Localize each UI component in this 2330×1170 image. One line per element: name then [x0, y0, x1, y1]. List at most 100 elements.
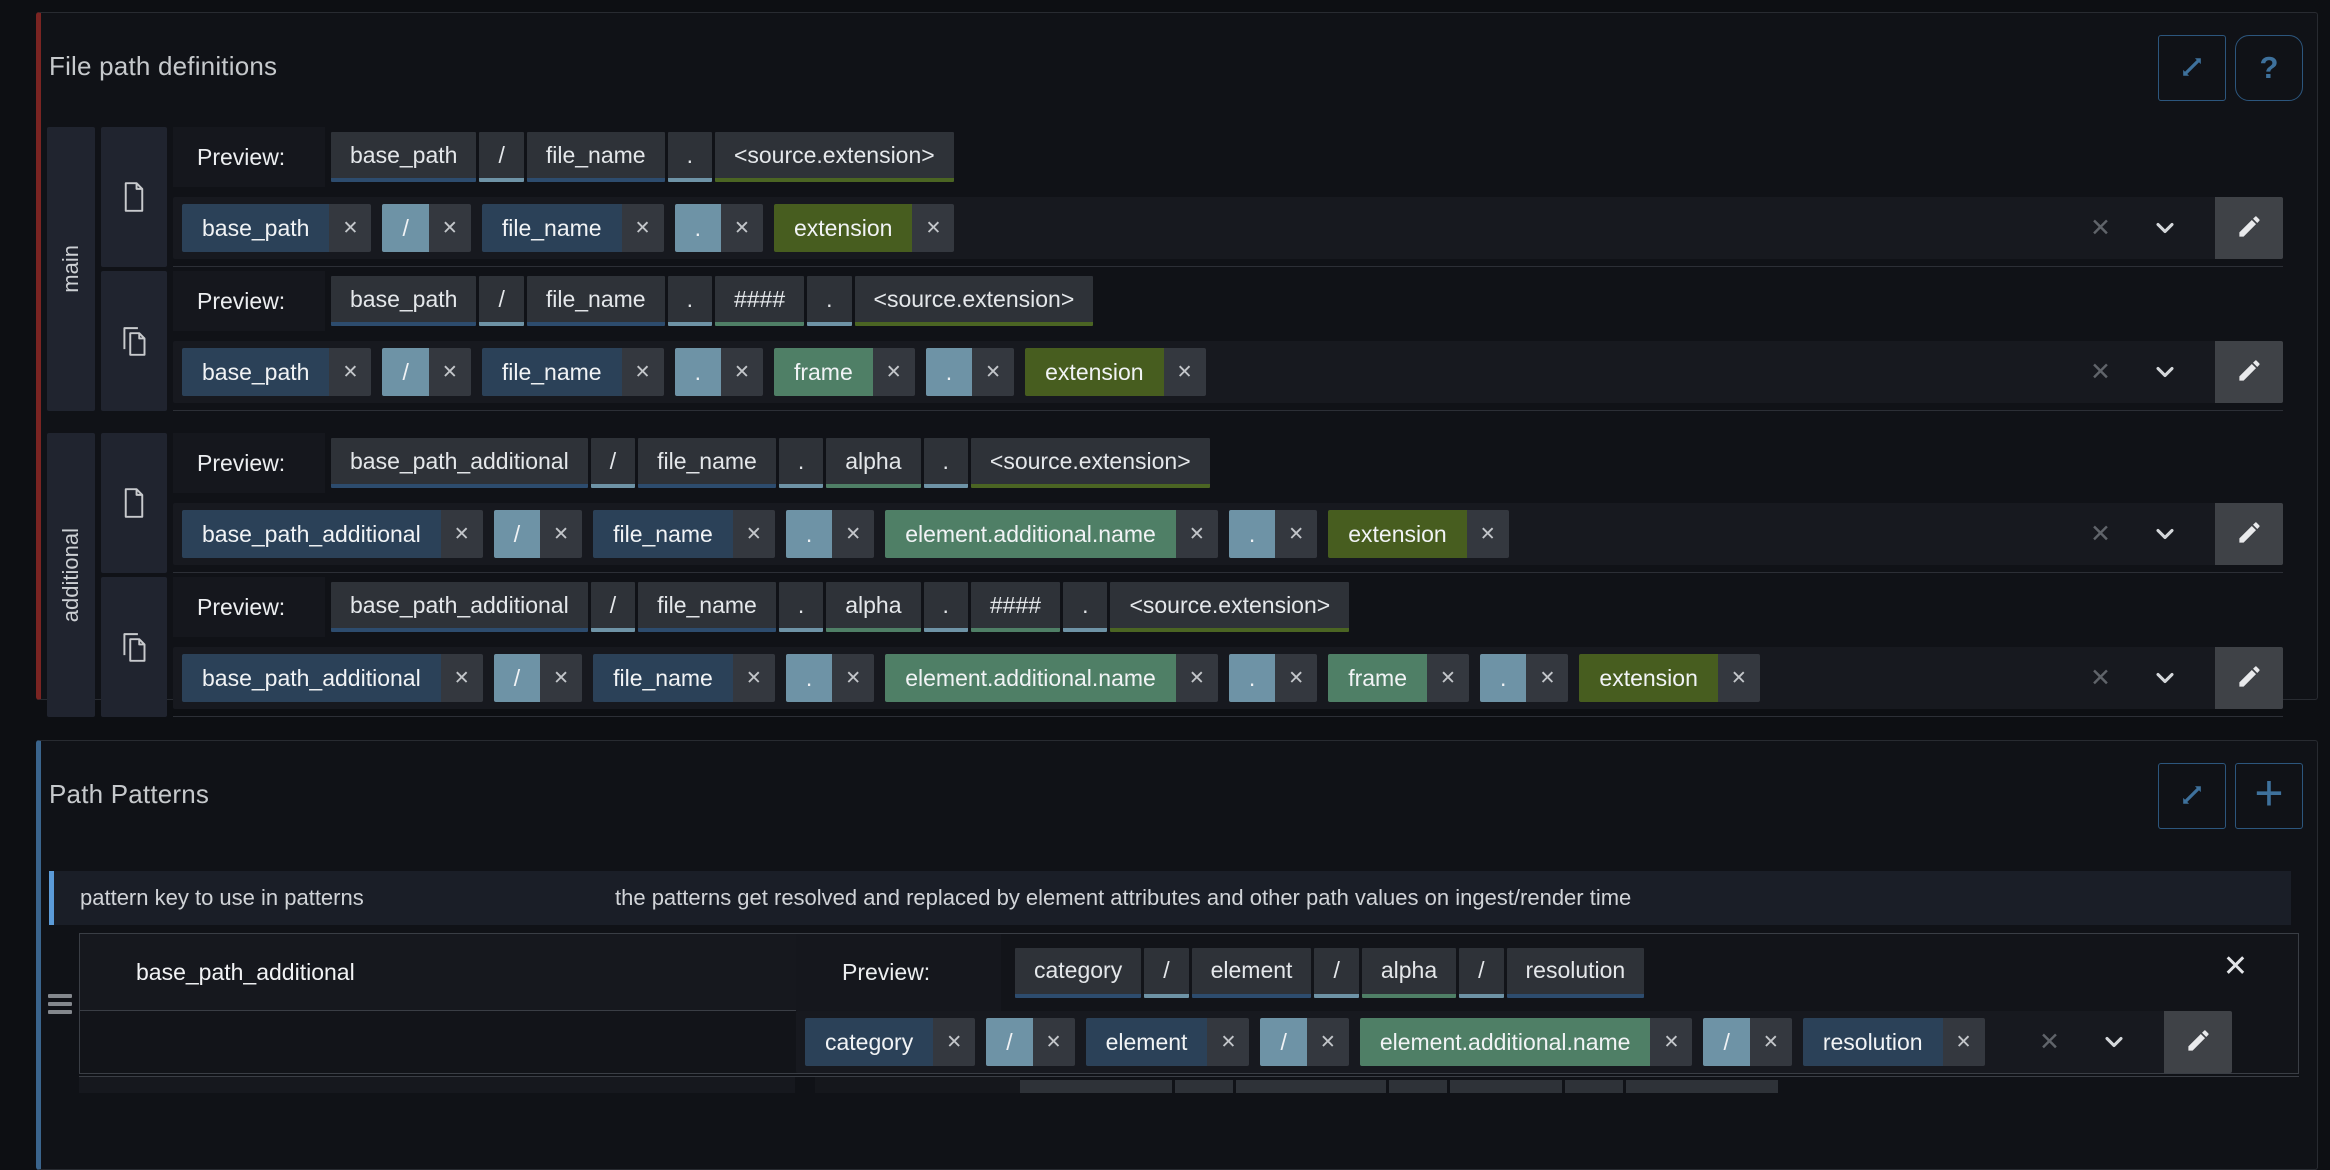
preview-chip-text: ####	[734, 286, 785, 313]
edit-button[interactable]	[2215, 341, 2283, 403]
token-chip[interactable]: file_name✕	[482, 348, 664, 396]
token-chip[interactable]: extension✕	[1025, 348, 1205, 396]
token-chip[interactable]: .✕	[1229, 510, 1317, 558]
edit-button[interactable]	[2215, 503, 2283, 565]
clear-all-icon[interactable]: ✕	[2090, 197, 2111, 259]
token-chip[interactable]: /✕	[382, 348, 470, 396]
edit-button[interactable]	[2164, 1011, 2232, 1073]
token-chip[interactable]: element✕	[1086, 1018, 1250, 1066]
edit-button[interactable]	[2215, 647, 2283, 709]
token-bar: base_path_additional✕/✕file_name✕.✕eleme…	[173, 503, 2283, 565]
token-chip[interactable]: element.additional.name✕	[885, 510, 1218, 558]
remove-token-icon[interactable]: ✕	[1650, 1018, 1692, 1066]
remove-token-icon[interactable]: ✕	[873, 348, 915, 396]
expand-panel-button[interactable]	[2158, 763, 2226, 829]
remove-token-icon[interactable]: ✕	[329, 348, 371, 396]
remove-token-icon[interactable]: ✕	[441, 654, 483, 702]
remove-token-icon[interactable]: ✕	[1275, 510, 1317, 558]
chevron-down-icon[interactable]	[2151, 647, 2179, 709]
remove-token-icon[interactable]: ✕	[912, 204, 954, 252]
token-chip[interactable]: .✕	[926, 348, 1014, 396]
remove-token-icon[interactable]: ✕	[1750, 1018, 1792, 1066]
token-chip[interactable]: file_name✕	[593, 510, 775, 558]
remove-token-icon[interactable]: ✕	[721, 204, 763, 252]
token-chip[interactable]: extension✕	[1579, 654, 1759, 702]
token-chip[interactable]: file_name✕	[593, 654, 775, 702]
token-chip[interactable]: .✕	[1229, 654, 1317, 702]
token-chip[interactable]: /✕	[494, 654, 582, 702]
remove-token-icon[interactable]: ✕	[429, 348, 471, 396]
token-chip[interactable]: frame✕	[1328, 654, 1469, 702]
token-chip[interactable]: resolution✕	[1803, 1018, 1985, 1066]
remove-token-icon[interactable]: ✕	[933, 1018, 975, 1066]
clear-all-icon[interactable]: ✕	[2039, 1011, 2060, 1073]
chevron-down-icon[interactable]	[2100, 1011, 2128, 1073]
remove-token-icon[interactable]: ✕	[429, 204, 471, 252]
drag-handle[interactable]	[41, 933, 79, 1074]
expand-panel-button[interactable]	[2158, 35, 2226, 101]
next-row-chip-top	[1389, 1080, 1447, 1093]
token-chip[interactable]: /✕	[986, 1018, 1074, 1066]
remove-token-icon[interactable]: ✕	[622, 204, 664, 252]
pencil-icon	[2236, 213, 2263, 243]
chevron-down-icon[interactable]	[2151, 503, 2179, 565]
token-chip[interactable]: /✕	[382, 204, 470, 252]
token-chip[interactable]: .✕	[786, 654, 874, 702]
token-chip[interactable]: base_path✕	[182, 348, 371, 396]
add-pattern-button[interactable]: +	[2235, 763, 2303, 829]
remove-token-icon[interactable]: ✕	[733, 510, 775, 558]
delete-pattern-row-icon[interactable]: ✕	[2223, 952, 2248, 982]
token-chip[interactable]: /✕	[1260, 1018, 1348, 1066]
token-chip[interactable]: file_name✕	[482, 204, 664, 252]
remove-token-icon[interactable]: ✕	[1033, 1018, 1075, 1066]
chevron-down-icon[interactable]	[2151, 341, 2179, 403]
remove-token-icon[interactable]: ✕	[1427, 654, 1469, 702]
remove-token-icon[interactable]: ✕	[832, 510, 874, 558]
remove-token-icon[interactable]: ✕	[1526, 654, 1568, 702]
token-chip[interactable]: /✕	[494, 510, 582, 558]
token-chip[interactable]: element.additional.name✕	[885, 654, 1218, 702]
token-chip[interactable]: /✕	[1703, 1018, 1791, 1066]
pattern-key-field[interactable]: base_path_additional	[80, 934, 796, 1011]
remove-token-icon[interactable]: ✕	[622, 348, 664, 396]
remove-token-icon[interactable]: ✕	[1207, 1018, 1249, 1066]
remove-token-icon[interactable]: ✕	[540, 654, 582, 702]
help-button[interactable]: ?	[2235, 35, 2303, 101]
remove-token-icon[interactable]: ✕	[1307, 1018, 1349, 1066]
preview-line: Preview:base_path/file_name.<source.exte…	[173, 127, 2283, 187]
remove-token-icon[interactable]: ✕	[1176, 510, 1218, 558]
token-chip[interactable]: base_path_additional✕	[182, 510, 483, 558]
remove-token-icon[interactable]: ✕	[1467, 510, 1509, 558]
token-chip[interactable]: frame✕	[774, 348, 915, 396]
remove-token-icon[interactable]: ✕	[1176, 654, 1218, 702]
remove-token-icon[interactable]: ✕	[441, 510, 483, 558]
remove-token-icon[interactable]: ✕	[540, 510, 582, 558]
remove-token-icon[interactable]: ✕	[1275, 654, 1317, 702]
token-chip[interactable]: extension✕	[1328, 510, 1508, 558]
chevron-down-icon[interactable]	[2151, 197, 2179, 259]
token-chip[interactable]: .✕	[1480, 654, 1568, 702]
remove-token-icon[interactable]: ✕	[972, 348, 1014, 396]
path-patterns-panel: Path Patterns + pattern key to use in pa…	[36, 740, 2318, 1170]
preview-chip-text: <source.extension>	[990, 448, 1191, 475]
clear-all-icon[interactable]: ✕	[2090, 503, 2111, 565]
token-chip[interactable]: category✕	[805, 1018, 975, 1066]
remove-token-icon[interactable]: ✕	[329, 204, 371, 252]
remove-token-icon[interactable]: ✕	[721, 348, 763, 396]
token-chip[interactable]: base_path_additional✕	[182, 654, 483, 702]
token-label: frame	[1328, 654, 1427, 702]
token-chip[interactable]: .✕	[786, 510, 874, 558]
clear-all-icon[interactable]: ✕	[2090, 647, 2111, 709]
remove-token-icon[interactable]: ✕	[733, 654, 775, 702]
remove-token-icon[interactable]: ✕	[832, 654, 874, 702]
remove-token-icon[interactable]: ✕	[1943, 1018, 1985, 1066]
remove-token-icon[interactable]: ✕	[1164, 348, 1206, 396]
clear-all-icon[interactable]: ✕	[2090, 341, 2111, 403]
token-chip[interactable]: extension✕	[774, 204, 954, 252]
token-chip[interactable]: base_path✕	[182, 204, 371, 252]
token-chip[interactable]: element.additional.name✕	[1360, 1018, 1693, 1066]
token-chip[interactable]: .✕	[675, 204, 763, 252]
remove-token-icon[interactable]: ✕	[1718, 654, 1760, 702]
edit-button[interactable]	[2215, 197, 2283, 259]
token-chip[interactable]: .✕	[675, 348, 763, 396]
